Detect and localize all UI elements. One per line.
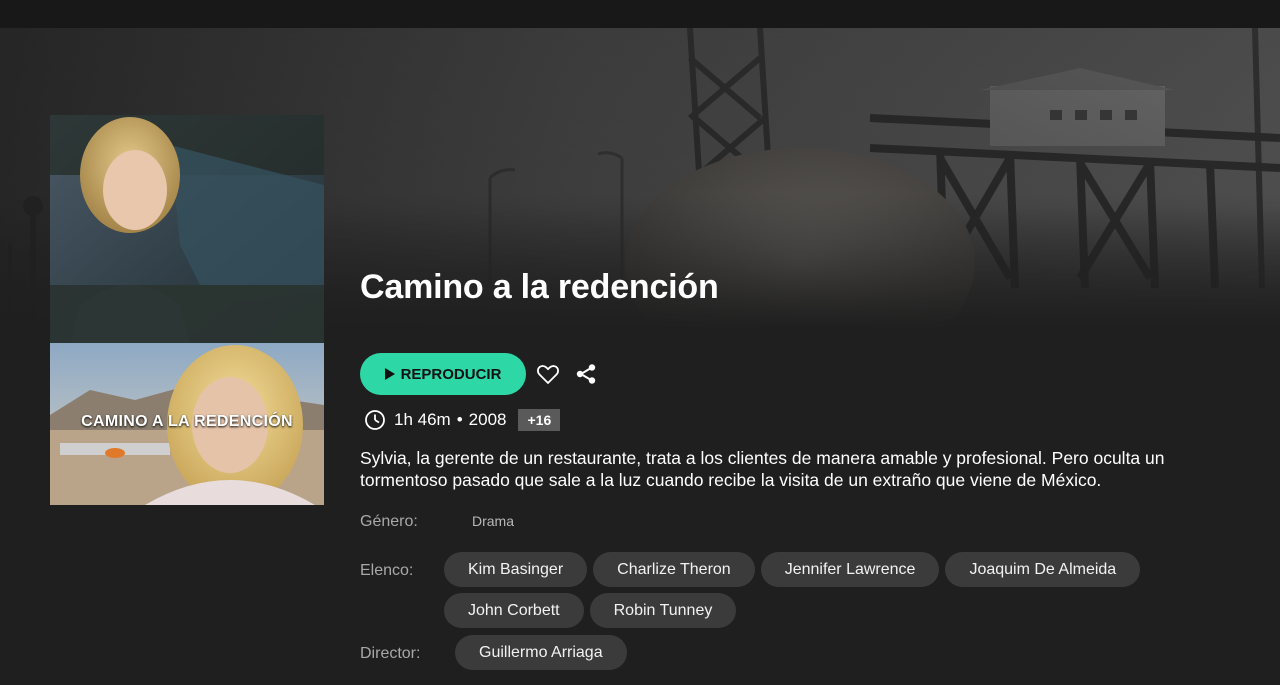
cast-chip[interactable]: Joaquim De Almeida	[945, 552, 1141, 587]
director-chip[interactable]: Guillermo Arriaga	[455, 635, 627, 670]
play-button-label: REPRODUCIR	[400, 365, 502, 383]
play-icon	[384, 368, 395, 380]
genre-value: Drama	[472, 513, 515, 529]
genre-label: Género:	[360, 513, 418, 530]
cast-chip[interactable]: Kim Basinger	[444, 552, 588, 587]
cast-chip[interactable]: Jennifer Lawrence	[760, 552, 940, 587]
movie-detail-page: CAMINO A LA REDENCIÓN Camino a la redenc…	[0, 0, 1280, 685]
director-label: Director:	[360, 645, 421, 662]
director-list: Guillermo Arriaga	[455, 635, 627, 670]
duration: 1h 46m	[394, 410, 451, 429]
share-button[interactable]	[573, 361, 599, 387]
movie-poster[interactable]: CAMINO A LA REDENCIÓN	[50, 115, 324, 505]
meta-separator: •	[456, 410, 463, 429]
cast-chip[interactable]: John Corbett	[444, 593, 584, 628]
movie-meta: 1h 46m • 2008 +16	[364, 408, 561, 432]
release-year: 2008	[468, 410, 507, 429]
play-button[interactable]: REPRODUCIR	[360, 353, 526, 395]
favorite-button[interactable]	[535, 361, 561, 387]
clock-icon	[364, 409, 386, 431]
age-rating-badge: +16	[518, 409, 561, 431]
action-bar: REPRODUCIR	[360, 353, 599, 395]
cast-list: Kim Basinger Charlize Theron Jennifer La…	[444, 552, 1234, 628]
top-bar	[0, 0, 1280, 28]
cast-chip[interactable]: Robin Tunney	[589, 593, 737, 628]
cast-label: Elenco:	[360, 562, 414, 579]
cast-chip[interactable]: Charlize Theron	[593, 552, 755, 587]
synopsis: Sylvia, la gerente de un restaurante, tr…	[360, 448, 1165, 490]
share-icon	[576, 364, 596, 384]
poster-title-text: CAMINO A LA REDENCIÓN	[81, 413, 293, 430]
heart-icon	[537, 365, 559, 384]
movie-title: Camino a la redención	[360, 268, 719, 306]
